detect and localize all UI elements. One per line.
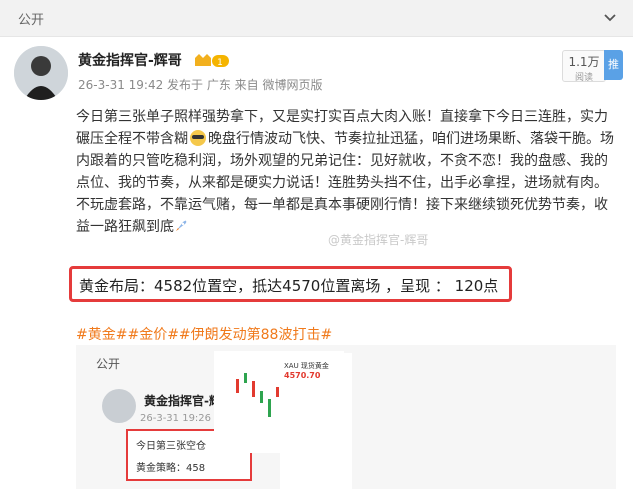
embed-quote-panel: XAU 现货黄金 4570.70: [280, 353, 352, 489]
embed-meta: 26-3-31 19:26: [140, 413, 212, 424]
badge-level: 1: [217, 58, 223, 68]
read-count: 1.1万 阅读: [562, 50, 606, 83]
author-name[interactable]: 黄金指挥官-辉哥: [78, 50, 182, 70]
visibility-bar: 公开: [0, 0, 633, 37]
highlight-text: 黄金布局：4582位置空，抵达4570位置离场 ，呈现 ： 120点: [79, 277, 499, 295]
quote-price: 4570.70: [284, 371, 321, 380]
embed-line-2: 黄金策略：458: [136, 463, 206, 474]
post-body: 今日第三张单子照样强势拿下，又是实打实百点大肉入账！直接拿下今日三连胜，实力碾压…: [76, 106, 616, 238]
candle: [244, 373, 247, 383]
member-badge-icon[interactable]: 1: [194, 53, 230, 69]
embed-line-1: 今日第三张空仓: [136, 441, 206, 452]
hashtag-links[interactable]: #黄金##金价##伊朗发动第88波打击#: [76, 324, 332, 344]
embed-author: 黄金指挥官-辉: [144, 394, 221, 408]
watermark: @黄金指挥官-辉哥: [328, 233, 429, 247]
cool-emoji-icon: [190, 130, 206, 146]
author-avatar[interactable]: [14, 46, 68, 100]
candle: [236, 379, 239, 393]
candle: [260, 391, 263, 403]
rocket-emoji-icon: [176, 220, 187, 231]
embed-visibility-label: 公开: [96, 357, 121, 371]
post-meta: 26-3-31 19:42 发布于 广东 来自 微博网页版: [78, 78, 323, 92]
candle: [252, 381, 255, 397]
read-count-label: 阅读: [574, 73, 593, 83]
visibility-label: 公开: [18, 13, 45, 28]
embedded-screenshot[interactable]: 公开 黄金指挥官-辉 26-3-31 19:26 今日第三张空仓 黄金策略：45…: [76, 345, 616, 489]
promote-button[interactable]: 推广: [604, 50, 623, 101]
read-count-value: 1.1万: [568, 55, 600, 69]
highlight-box: 黄金布局：4582位置空，抵达4570位置离场 ，呈现 ： 120点: [69, 266, 512, 302]
embed-avatar: [102, 389, 136, 423]
chevron-down-icon[interactable]: [601, 8, 619, 26]
candle: [268, 399, 271, 417]
quote-title: XAU 现货黄金: [284, 362, 329, 370]
candle: [276, 387, 279, 397]
